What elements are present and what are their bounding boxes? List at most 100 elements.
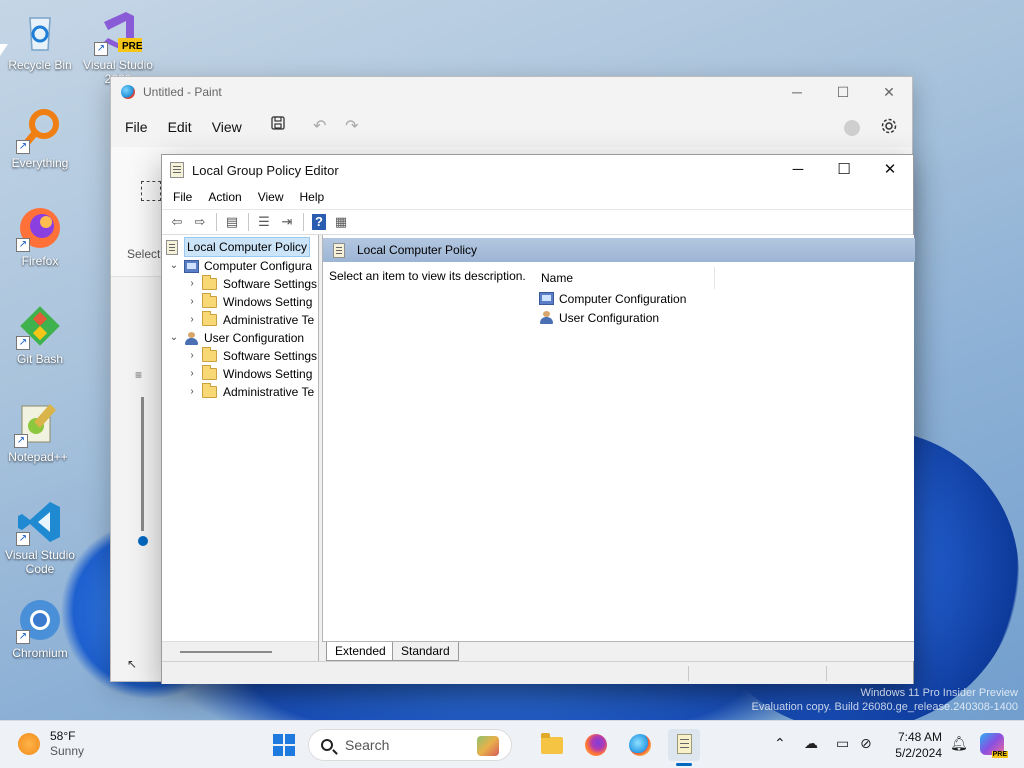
gpe-menubar: File Action View Help [162,185,913,209]
paint-maximize-button[interactable]: ☐ [820,77,866,107]
folder-icon [202,365,217,380]
settings-gear-icon[interactable] [880,117,898,138]
desktop-icon-firefox[interactable]: ↗ Firefox [2,204,78,268]
gpe-menu-file[interactable]: File [165,190,200,204]
taskbar-file-explorer[interactable] [536,729,568,761]
expand-chevron-icon[interactable]: › [186,365,198,383]
taskbar-search-box[interactable]: Search [308,729,512,761]
list-item-user-configuration[interactable]: User Configuration [539,308,915,327]
pointer-icon: ↖ [127,657,138,671]
copilot-icon[interactable]: PRE [980,733,1008,758]
gpe-minimize-button[interactable]: ─ [775,155,821,185]
desktop-icon-git-bash[interactable]: ↗ Git Bash [2,302,78,366]
scrollbar-thumb[interactable] [180,651,272,653]
redo-icon[interactable]: ↷ [336,113,368,141]
tree-item-user-windows-settings[interactable]: › Windows Setting [186,365,312,383]
gpe-toolbar: ⇦ ⇨ ▤ ☰ ⇥ ? ▦ [162,209,913,235]
search-placeholder: Search [345,737,390,753]
expand-chevron-icon[interactable]: › [186,275,198,293]
selection-tool-icon[interactable] [141,181,161,201]
start-button[interactable] [268,729,300,761]
column-header-name[interactable]: Name [539,267,715,289]
paint-app-icon [121,85,135,99]
paint-close-button[interactable]: ✕ [866,77,912,107]
paint-menu-view[interactable]: View [202,119,252,135]
back-arrow-icon[interactable]: ⇦ [166,212,188,232]
desktop-icon-notepad-plus-plus[interactable]: ↗ Notepad++ [0,400,76,464]
expand-chevron-icon[interactable]: › [186,311,198,329]
tab-extended[interactable]: Extended [326,642,395,661]
paint-menu-file[interactable]: File [115,119,158,135]
zoom-slider-track[interactable] [141,397,144,531]
expand-chevron-icon[interactable]: › [186,347,198,365]
git-bash-icon: ↗ [16,302,64,350]
tree-item-user-software-settings[interactable]: › Software Settings [186,347,317,365]
save-icon[interactable] [262,113,294,141]
weather-widget[interactable]: 58°F Sunny [18,729,84,759]
gpe-maximize-button[interactable]: ☐ [821,155,867,185]
desktop-icon-chromium[interactable]: ↗ Chromium [2,596,78,660]
properties-icon[interactable]: ☰ [253,212,275,232]
expand-chevron-icon[interactable]: › [186,383,198,401]
list-item-computer-configuration[interactable]: Computer Configuration [539,289,915,308]
tree-item-administrative-templates[interactable]: › Administrative Te [186,311,314,329]
selection-label: Selecti [127,247,164,261]
account-icon[interactable] [844,119,860,136]
expand-chevron-icon[interactable]: › [186,293,198,311]
tree-item-windows-settings[interactable]: › Windows Setting [186,293,312,311]
firefox-icon: ↗ [16,204,64,252]
tree-item-user-administrative-templates[interactable]: › Administrative Te [186,383,314,401]
taskbar-paint[interactable] [624,729,656,761]
chevron-up-icon[interactable]: ⌃ [774,735,786,752]
shortcut-arrow-icon: ↗ [94,42,108,56]
tree-horizontal-scrollbar[interactable] [162,641,318,661]
clock-time: 7:48 AM [897,730,942,744]
computer-icon [184,259,199,273]
gpe-menu-view[interactable]: View [250,190,292,204]
gpe-menu-action[interactable]: Action [200,190,249,204]
vscode-icon: ↗ [16,498,64,546]
paint-minimize-button[interactable]: ─ [774,77,820,107]
policy-document-icon [677,734,692,754]
tab-standard[interactable]: Standard [392,642,459,661]
visual-studio-icon: PRE ↗ [94,8,143,56]
desktop-icon-everything[interactable]: ↗ Everything [2,106,78,170]
show-hide-console-tree-icon[interactable]: ▤ [221,212,243,232]
zoom-slider-thumb[interactable] [138,536,148,546]
tree-item-software-settings[interactable]: › Software Settings [186,275,317,293]
undo-icon[interactable]: ↶ [304,113,336,141]
gpe-close-button[interactable]: ✕ [867,155,913,185]
volume-muted-icon[interactable]: ⊘ [860,735,872,752]
gpe-menu-help[interactable]: Help [292,190,333,204]
paint-menu-edit[interactable]: Edit [158,119,202,135]
tree-item-local-computer-policy[interactable]: Local Computer Policy [166,237,311,257]
forward-arrow-icon[interactable]: ⇨ [189,212,211,232]
notification-bell-icon[interactable]: 🔔︎ [950,735,968,752]
system-clock[interactable]: 7:48 AM 5/2/2024 [884,729,942,761]
tree-item-computer-configuration[interactable]: ⌄ Computer Configura [168,257,312,275]
onedrive-offline-icon[interactable]: ☁ [804,735,818,752]
shortcut-arrow-icon: ↗ [14,434,28,448]
desktop-icon-vscode[interactable]: ↗ Visual Studio Code [2,498,78,576]
console-tree: Local Computer Policy ⌄ Computer Configu… [162,235,319,661]
collapse-chevron-icon[interactable]: ⌄ [168,329,180,347]
desktop-icon-recycle-bin[interactable]: Recycle Bin [2,8,78,72]
taskbar-group-policy-editor[interactable] [668,729,700,761]
collapse-chevron-icon[interactable]: ⌄ [168,257,180,275]
taskbar-firefox[interactable] [580,729,612,761]
recycle-bin-icon [16,8,64,56]
group-policy-editor-window[interactable]: Local Group Policy Editor ─ ☐ ✕ File Act… [161,154,915,684]
tree-item-user-configuration[interactable]: ⌄ User Configuration [168,329,304,347]
desktop-icon-visual-studio[interactable]: PRE ↗ Visual Studio 2022 [80,8,156,86]
policy-document-icon [333,242,345,258]
search-icon [321,739,333,751]
search-highlight-icon [477,736,499,756]
network-icon[interactable]: ▭ [836,735,849,752]
weather-temperature: 58°F [50,729,76,743]
help-icon[interactable]: ? [312,214,326,230]
paint-title: Untitled - Paint [143,85,222,99]
folder-icon [202,275,217,290]
export-list-icon[interactable]: ⇥ [276,212,298,232]
details-list: Name Computer Configuration User Configu… [539,267,915,327]
show-action-pane-icon[interactable]: ▦ [330,212,352,232]
